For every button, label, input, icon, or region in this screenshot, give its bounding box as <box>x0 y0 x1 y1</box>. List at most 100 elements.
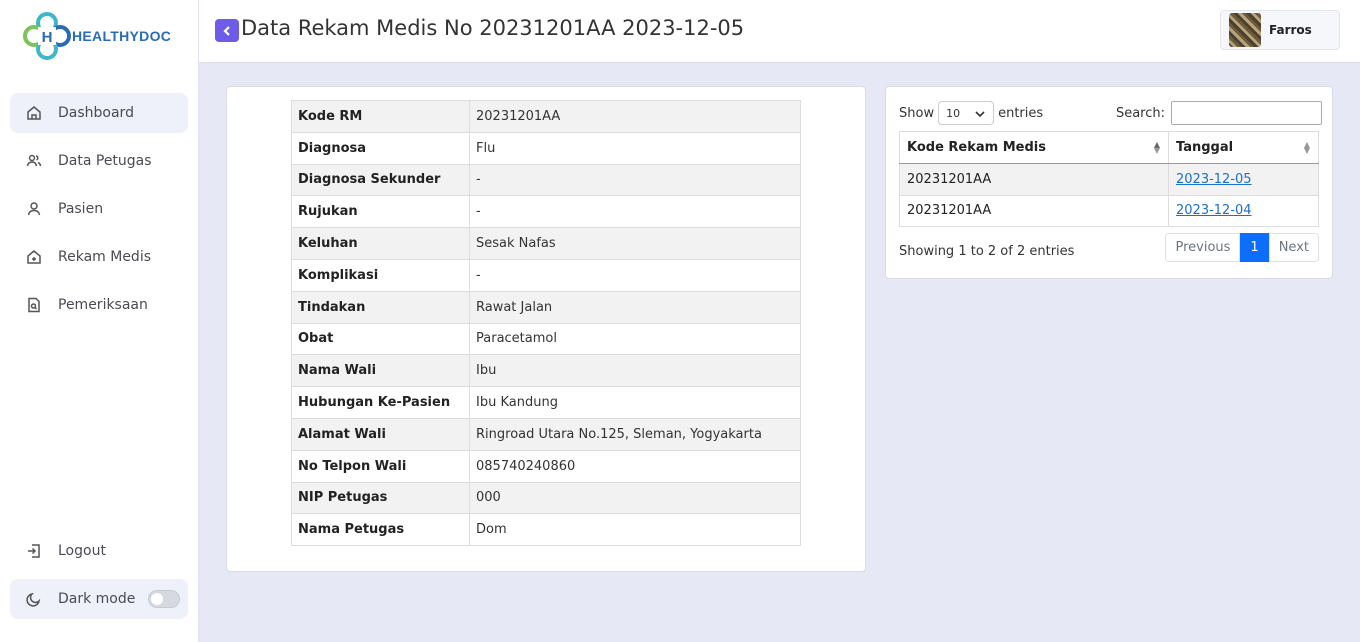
detail-value: - <box>469 195 801 229</box>
avatar <box>1229 13 1261 47</box>
column-header-kode[interactable]: Kode Rekam Medis ▲ ▼ <box>899 131 1169 164</box>
detail-value: Ibu <box>469 354 801 388</box>
detail-row: No Telpon Wali 085740240860 <box>291 449 801 483</box>
chevron-down-icon <box>975 111 985 118</box>
detail-row: Diagnosa Sekunder - <box>291 163 801 197</box>
logout-button[interactable]: Logout <box>10 531 188 571</box>
history-table: Kode Rekam Medis ▲ ▼ Tanggal ▲ ▼ 20231201A… <box>899 131 1319 227</box>
sidebar: H HEALTHYDOC Dashboard Data Petugas Pasi… <box>0 0 199 642</box>
back-button[interactable] <box>215 19 239 42</box>
sidebar-item-label: Data Petugas <box>58 153 152 169</box>
detail-value: Ibu Kandung <box>469 386 801 419</box>
cell-tanggal: 2023-12-04 <box>1168 194 1319 227</box>
top-header: Data Rekam Medis No 20231201AA 2023-12-0… <box>199 0 1360 63</box>
sidebar-item-pasien[interactable]: Pasien <box>10 189 188 229</box>
sidebar-item-dashboard[interactable]: Dashboard <box>10 93 188 133</box>
search-control: Search: <box>1116 101 1322 125</box>
detail-value: 20231201AA <box>469 100 801 133</box>
pagination: Previous 1 Next <box>1165 233 1319 262</box>
detail-value: 085740240860 <box>469 449 801 483</box>
detail-value: 000 <box>469 481 801 515</box>
detail-row: Hubungan Ke-Pasien Ibu Kandung <box>291 386 801 419</box>
sort-icon: ▲ ▼ <box>1153 140 1160 155</box>
detail-value: Rawat Jalan <box>469 290 801 324</box>
house-plus-icon <box>27 250 41 264</box>
user-name: Farros <box>1269 23 1312 37</box>
show-label: Show <box>899 105 935 121</box>
detail-row: Alamat Wali Ringroad Utara No.125, Sleman… <box>291 417 801 451</box>
healthydoc-logo-icon: H <box>22 11 72 61</box>
column-header-tanggal[interactable]: Tanggal ▲ ▼ <box>1168 131 1319 164</box>
detail-key: Rujukan <box>291 195 470 229</box>
user-menu[interactable]: Farros <box>1220 10 1340 50</box>
detail-row: Diagnosa Flu <box>291 131 801 165</box>
detail-row: Obat Paracetamol <box>291 322 801 356</box>
detail-value: Dom <box>469 513 801 547</box>
detail-row: Nama Petugas Dom <box>291 513 801 547</box>
detail-key: NIP Petugas <box>291 481 470 515</box>
sort-icon: ▲ ▼ <box>1303 140 1310 155</box>
medical-record-history-card: Show 10 entries Search: Kode Rekam Medis… <box>885 86 1333 279</box>
date-link[interactable]: 2023-12-05 <box>1176 172 1252 187</box>
page-length-select[interactable]: 10 <box>938 101 995 125</box>
search-label: Search: <box>1115 105 1165 121</box>
pagination-page-1[interactable]: 1 <box>1240 233 1269 262</box>
dark-mode-toggle[interactable] <box>148 590 180 608</box>
detail-key: Kode RM <box>291 100 470 133</box>
brand-logo[interactable]: H HEALTHYDOC <box>22 11 171 61</box>
detail-row: Nama Wali Ibu <box>291 354 801 388</box>
table-info: Showing 1 to 2 of 2 entries <box>899 244 1075 259</box>
table-row: 20231201AA 2023-12-05 <box>899 163 1319 196</box>
entries-label: entries <box>998 105 1044 121</box>
page-length-value: 10 <box>946 106 961 120</box>
svg-text:H: H <box>42 29 53 46</box>
dark-mode-row: Dark mode <box>10 579 188 619</box>
detail-row: NIP Petugas 000 <box>291 481 801 515</box>
detail-row: Tindakan Rawat Jalan <box>291 290 801 324</box>
brand-name: HEALTHYDOC <box>72 28 172 44</box>
detail-value: - <box>469 258 801 292</box>
detail-key: Tindakan <box>291 290 470 324</box>
detail-key: Diagnosa Sekunder <box>291 163 470 197</box>
user-icon <box>27 202 41 216</box>
cell-kode: 20231201AA <box>899 163 1169 196</box>
detail-value: Paracetamol <box>469 322 801 356</box>
detail-row: Kode RM 20231201AA <box>291 100 801 133</box>
column-header-label: Tanggal <box>1176 140 1234 155</box>
search-input[interactable] <box>1171 101 1322 125</box>
detail-key: Alamat Wali <box>291 417 470 451</box>
logout-label: Logout <box>58 543 106 559</box>
detail-row: Keluhan Sesak Nafas <box>291 227 801 260</box>
sidebar-item-data-petugas[interactable]: Data Petugas <box>10 141 188 181</box>
detail-key: Keluhan <box>291 227 470 260</box>
sidebar-item-rekam-medis[interactable]: Rekam Medis <box>10 237 188 277</box>
dark-mode-label: Dark mode <box>58 591 136 607</box>
moon-icon <box>26 592 41 607</box>
chevron-left-icon <box>223 25 230 36</box>
medical-record-detail-table: Kode RM 20231201AA Diagnosa Flu Diagnosa Sek… <box>291 100 801 547</box>
sidebar-item-label: Pemeriksaan <box>58 297 148 313</box>
sidebar-item-label: Rekam Medis <box>58 249 152 265</box>
detail-row: Rujukan - <box>291 195 801 229</box>
users-icon <box>26 154 42 167</box>
file-search-icon <box>28 297 40 313</box>
detail-row: Komplikasi - <box>291 258 801 292</box>
detail-key: Nama Petugas <box>291 513 470 547</box>
page-length-control: Show 10 entries <box>899 101 1043 125</box>
cell-tanggal: 2023-12-05 <box>1168 163 1319 196</box>
detail-key: No Telpon Wali <box>291 449 470 483</box>
detail-key: Hubungan Ke-Pasien <box>291 386 470 419</box>
sidebar-item-pemeriksaan[interactable]: Pemeriksaan <box>10 285 188 325</box>
date-link[interactable]: 2023-12-04 <box>1176 203 1252 218</box>
detail-key: Diagnosa <box>291 131 470 165</box>
home-icon <box>27 106 41 120</box>
pagination-previous[interactable]: Previous <box>1165 233 1241 262</box>
logout-icon <box>28 544 40 558</box>
medical-record-detail-card: Kode RM 20231201AA Diagnosa Flu Diagnosa Sek… <box>226 86 866 572</box>
detail-value: Sesak Nafas <box>469 227 801 260</box>
detail-key: Nama Wali <box>291 354 470 388</box>
pagination-next[interactable]: Next <box>1268 233 1319 262</box>
sidebar-item-label: Dashboard <box>58 105 134 121</box>
table-row: 20231201AA 2023-12-04 <box>899 194 1319 227</box>
detail-value: Flu <box>469 131 801 165</box>
